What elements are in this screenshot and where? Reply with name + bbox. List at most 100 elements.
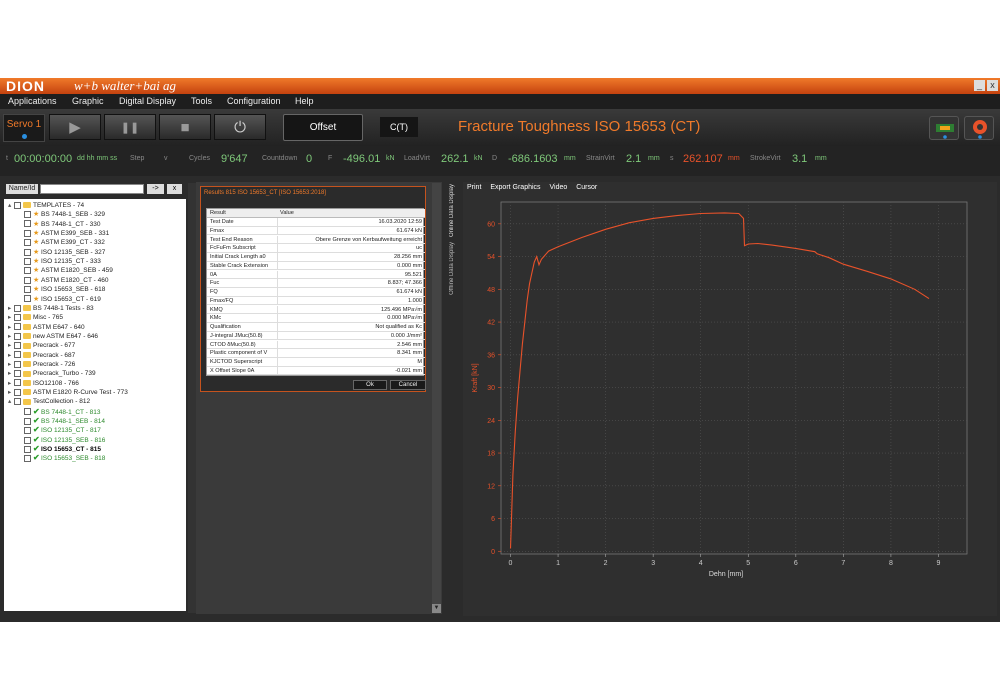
tree-item-checkbox[interactable] (24, 267, 31, 275)
cancel-button[interactable]: Cancel (390, 380, 426, 390)
search-clear-button[interactable]: x (167, 184, 182, 194)
chart-menu-export-graphics[interactable]: Export Graphics (490, 184, 540, 191)
tab-offline-data-display[interactable]: Offline Data Display (449, 242, 461, 295)
menu-graphic[interactable]: Graphic (72, 94, 104, 109)
stop-button[interactable]: ■ (159, 114, 211, 140)
menu-tools[interactable]: Tools (191, 94, 212, 109)
tree-test-item[interactable]: ★ ASTM E1820_CT - 460 (18, 276, 108, 285)
tree-item-checkbox[interactable] (24, 285, 31, 293)
servo-select-button[interactable]: Servo 1 (3, 114, 45, 142)
scroll-down-icon[interactable]: ▼ (432, 604, 441, 613)
tree-item-checkbox[interactable] (24, 427, 31, 435)
tree-item-checkbox[interactable] (14, 332, 21, 340)
tree-folder-item[interactable]: ▸ Precrack_Turbo - 739 (8, 369, 96, 378)
tree-test-item[interactable]: ★ ASTM E399_SEB - 331 (18, 229, 109, 238)
tree-folder-item[interactable]: ▸ Misc - 765 (8, 313, 63, 322)
tree-folder-item[interactable]: ▸ BS 7448-1 Tests - 83 (8, 304, 94, 313)
tree-item-checkbox[interactable] (14, 351, 21, 359)
tree-folder-item[interactable]: ▸ ASTM E1820 R-Curve Test - 773 (8, 388, 128, 397)
tree-folder-item[interactable]: ▸ new ASTM E647 - 646 (8, 332, 98, 341)
tree-item-checkbox[interactable] (24, 220, 31, 228)
tree-test-item[interactable]: ★ ISO 12135_CT - 333 (18, 257, 101, 266)
tree-item-checkbox[interactable] (14, 388, 21, 396)
machine-status-button[interactable] (929, 116, 959, 140)
tree-item-checkbox[interactable] (24, 455, 31, 463)
results-row: FQ 61.674 kN (207, 288, 425, 297)
tree-folder-item[interactable]: ▸ Precrack - 677 (8, 341, 75, 350)
tree-test-item[interactable]: ★ ISO 12135_SEB - 327 (18, 248, 105, 257)
chart-menu-video[interactable]: Video (550, 184, 568, 191)
template-star-icon: ★ (33, 295, 40, 303)
tree-test-item[interactable]: ★ ASTM E1820_SEB - 459 (18, 266, 113, 275)
tree-folder-item[interactable]: ▴ TEMPLATES - 74 (8, 201, 84, 210)
offset-button[interactable]: Offset (283, 114, 363, 141)
display-tabs: Online Data Display Offline Data Display (449, 182, 461, 332)
tree-test-item[interactable]: ✔ISO 15653_CT - 815 (18, 444, 101, 453)
tree-item-checkbox[interactable] (14, 370, 21, 378)
tree-item-checkbox[interactable] (24, 229, 31, 237)
name-id-search-input[interactable] (40, 184, 144, 194)
search-go-button[interactable]: -> (147, 184, 164, 194)
result-value: 8.341 mm (397, 350, 422, 357)
menu-digital-display[interactable]: Digital Display (119, 94, 176, 109)
tree-item-checkbox[interactable] (24, 445, 31, 453)
tree-item-checkbox[interactable] (24, 276, 31, 284)
tree-test-item[interactable]: ★ BS 7448-1_SEB - 329 (18, 210, 105, 219)
tree-item-checkbox[interactable] (14, 379, 21, 387)
tree-item-checkbox[interactable] (24, 436, 31, 444)
play-button[interactable]: ▶ (49, 114, 101, 140)
tree-test-item[interactable]: ✔ISO 12135_CT - 817 (18, 425, 101, 434)
menu-configuration[interactable]: Configuration (227, 94, 281, 109)
tree-item-label: ISO 15653_SEB - 618 (41, 286, 106, 294)
tree-test-item[interactable]: ★ BS 7448-1_CT - 330 (18, 220, 101, 229)
results-table-header: Result Value (207, 209, 425, 218)
tree-item-checkbox[interactable] (14, 342, 21, 350)
tree-test-item[interactable]: ✔ISO 12135_SEB - 816 (18, 435, 105, 444)
minimize-button[interactable]: _ (974, 80, 985, 91)
record-button[interactable] (964, 116, 994, 140)
tree-folder-item[interactable]: ▴ TestCollection - 812 (8, 397, 90, 406)
specimen-mode-button[interactable]: C(T) (380, 117, 418, 137)
tree-folder-item[interactable]: ▸ ISO12108 - 766 (8, 379, 79, 388)
tab-online-data-display[interactable]: Online Data Display (449, 184, 461, 237)
chart-menu-cursor[interactable]: Cursor (576, 184, 597, 191)
tree-item-label: BS 7448-1_SEB - 329 (41, 211, 105, 219)
tree-test-item[interactable]: ✔BS 7448-1_SEB - 814 (18, 416, 105, 425)
tree-test-item[interactable]: ★ ASTM E399_CT - 332 (18, 238, 105, 247)
tree-item-checkbox[interactable] (24, 417, 31, 425)
tree-item-checkbox[interactable] (24, 248, 31, 256)
tree-folder-item[interactable]: ▸ Precrack - 687 (8, 351, 75, 360)
close-button[interactable]: x (987, 80, 998, 91)
tree-item-checkbox[interactable] (14, 323, 21, 331)
tree-item-checkbox[interactable] (14, 360, 21, 368)
power-button[interactable]: ⏻ (214, 114, 266, 140)
tree-folder-item[interactable]: ▸ Precrack - 726 (8, 360, 75, 369)
results-row: KJCTOD Superscript M (207, 358, 425, 367)
tree-item-checkbox[interactable] (14, 304, 21, 312)
ok-button[interactable]: Ok (353, 380, 387, 390)
tree-test-item[interactable]: ★ ISO 15653_CT - 619 (18, 295, 101, 304)
tree-test-item[interactable]: ✔BS 7448-1_CT - 813 (18, 407, 101, 416)
tree-item-checkbox[interactable] (24, 239, 31, 247)
tree-item-checkbox[interactable] (24, 295, 31, 303)
panel-splitter[interactable] (188, 183, 196, 613)
tree-test-item[interactable]: ★ ISO 15653_SEB - 618 (18, 285, 105, 294)
pause-button[interactable]: ❚❚ (104, 114, 156, 140)
tree-item-checkbox[interactable] (14, 398, 21, 406)
tree-item-checkbox[interactable] (24, 211, 31, 219)
tree-item-checkbox[interactable] (14, 201, 21, 209)
tree-item-checkbox[interactable] (24, 257, 31, 265)
results-scrollbar[interactable]: ▼ (432, 183, 441, 613)
tree-test-item[interactable]: ✔ISO 15653_SEB - 818 (18, 453, 105, 462)
chart-menu-print[interactable]: Print (467, 184, 481, 191)
tree-item-checkbox[interactable] (14, 313, 21, 321)
tree-item-label: ISO 12135_SEB - 327 (41, 248, 106, 256)
template-star-icon: ★ (33, 239, 40, 247)
tree-folder-item[interactable]: ▸ ASTM E647 - 640 (8, 323, 85, 332)
pause-icon: ❚❚ (120, 121, 140, 134)
result-name: KMc (210, 315, 222, 322)
menu-applications[interactable]: Applications (8, 94, 57, 109)
tree-item-checkbox[interactable] (24, 408, 31, 416)
tree-item-label: BS 7448-1 Tests - 83 (33, 304, 94, 312)
menu-help[interactable]: Help (295, 94, 314, 109)
